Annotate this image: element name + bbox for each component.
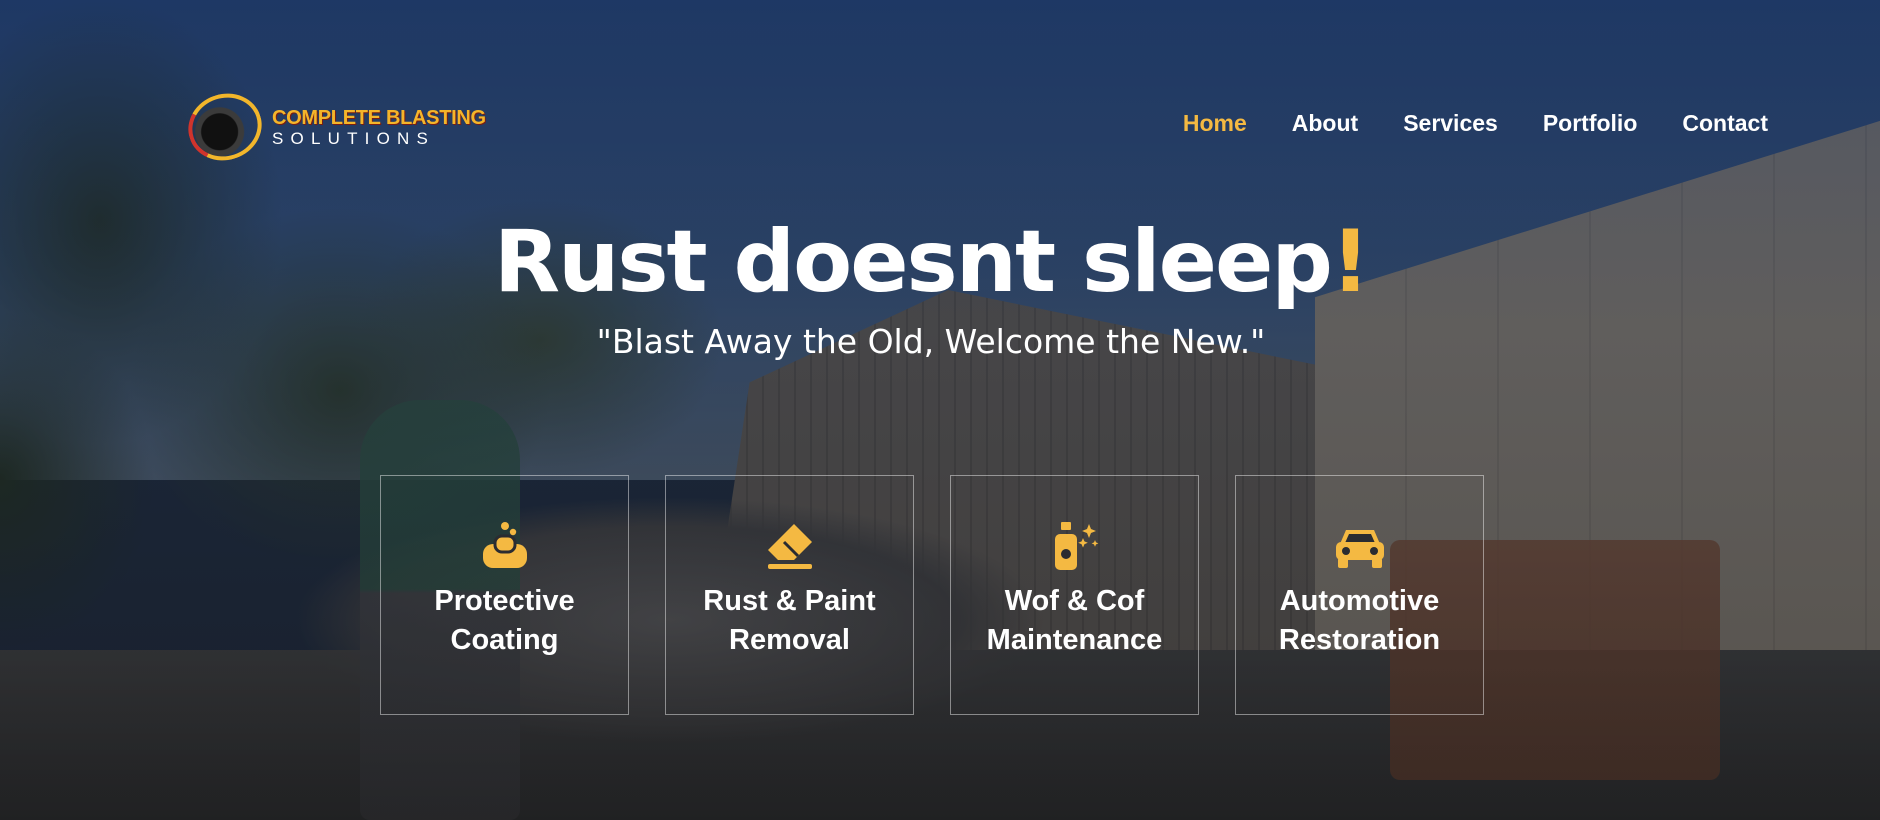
site-logo[interactable]: COMPLETE BLASTING SOLUTIONS	[179, 84, 488, 170]
services-list: Protective Coating Rust & Paint Removal	[380, 475, 1484, 715]
soap-bubbles-icon	[482, 522, 527, 568]
service-label-line2: Coating	[450, 623, 559, 656]
service-label-line2: Restoration	[1278, 623, 1441, 656]
nav-link-home[interactable]: Home	[1183, 110, 1247, 137]
hero-headline: Rust doesnt sleep!	[0, 212, 1862, 312]
eraser-icon	[767, 524, 812, 569]
logo-text-secondary: SOLUTIONS	[272, 128, 436, 148]
logo-text-primary: COMPLETE BLASTING	[272, 106, 486, 129]
service-label-line1: Automotive	[1279, 585, 1440, 617]
logo-emblem-icon	[179, 84, 271, 170]
spray-bottle-sparkle-icon	[1054, 522, 1098, 570]
nav-link-services[interactable]: Services	[1403, 110, 1498, 137]
nav-link-about[interactable]: About	[1292, 110, 1358, 137]
service-card-wof-cof-maintenance[interactable]: Wof & Cof Maintenance	[950, 475, 1199, 715]
service-label-line1: Protective	[434, 585, 575, 617]
service-card-protective-coating[interactable]: Protective Coating	[380, 475, 629, 715]
service-label-line1: Wof & Cof	[1004, 585, 1145, 617]
hero-headline-text: Rust doesnt sleep	[493, 212, 1333, 312]
service-card-automotive-restoration[interactable]: Automotive Restoration	[1235, 475, 1484, 715]
hero-headline-accent: !	[1330, 212, 1370, 312]
hero-section: COMPLETE BLASTING SOLUTIONS Home About S…	[0, 0, 1880, 820]
service-label-line2: Maintenance	[986, 623, 1163, 656]
service-label-line1: Rust & Paint	[703, 585, 876, 617]
nav-link-portfolio[interactable]: Portfolio	[1543, 110, 1638, 137]
car-icon	[1335, 530, 1384, 568]
service-card-rust-paint-removal[interactable]: Rust & Paint Removal	[665, 475, 914, 715]
service-label-line2: Removal	[729, 623, 850, 656]
hero-subtitle: "Blast Away the Old, Welcome the New."	[596, 322, 1266, 361]
main-nav: Home About Services Portfolio Contact	[1183, 110, 1768, 137]
nav-link-contact[interactable]: Contact	[1682, 110, 1768, 137]
